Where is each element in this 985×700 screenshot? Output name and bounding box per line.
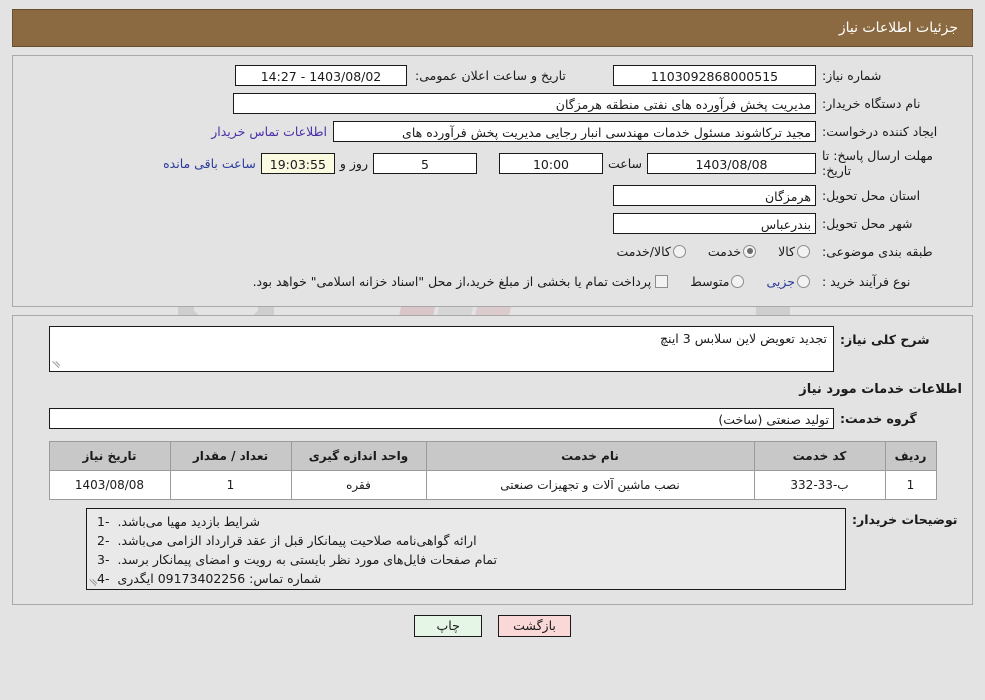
row-deadline: مهلت ارسال پاسخ: تا تاریخ: 1403/08/08 سا… [21, 148, 964, 178]
cell-index: 1 [884, 470, 937, 500]
row-service-group: گروه خدمت: تولید صنعتی (ساخت) [21, 407, 964, 429]
buyer-contact-link[interactable]: اطلاعات تماس خریدار [205, 124, 333, 139]
summary-value: تجدید تعویض لاین سلابس 3 اینچ [659, 331, 827, 346]
province-value: هرمزگان [613, 184, 816, 206]
need-detail-panel: شرح کلی نیاز: تجدید تعویض لاین سلابس 3 ا… [12, 315, 973, 605]
print-button[interactable]: چاپ [414, 615, 483, 637]
radio-category-khedmat-label: خدمت [707, 243, 742, 259]
cell-service-code: ب-33-332 [753, 470, 886, 500]
cell-unit: فقره [290, 470, 427, 500]
th-need-date: تاریخ نیاز [48, 441, 171, 471]
days-remaining-value: 5 [372, 152, 477, 174]
process-label: نوع فرآیند خرید : [822, 273, 911, 289]
note-number: 3- [97, 552, 110, 567]
deadline-label: مهلت ارسال پاسخ: تا تاریخ: [822, 148, 933, 178]
buyer-notes-textarea[interactable]: شرایط بازدید مهیا می‌باشد. 1- ارائه گواه… [86, 508, 846, 590]
buyer-org-value: مدیریت پخش فرآورده های نفتی منطقه هرمزگا… [233, 92, 816, 114]
category-label: طبقه بندی موضوعی: [822, 243, 933, 259]
note-text: شرایط بازدید مهیا می‌باشد. [117, 514, 260, 529]
treasury-note-text: پرداخت تمام یا بخشی از مبلغ خرید،از محل … [252, 273, 652, 289]
note-text: شماره تماس: 09173402256 ایگدری [117, 571, 322, 586]
page-title: جزئیات اطلاعات نیاز [838, 20, 958, 36]
page-header: جزئیات اطلاعات نیاز [12, 9, 973, 47]
buyer-notes-label: توضیحات خریدار: [852, 512, 958, 527]
th-service-code: کد خدمت [753, 441, 886, 471]
note-number: 1- [97, 514, 110, 529]
radio-category-kala-label: کالا [778, 243, 795, 259]
service-group-value: تولید صنعتی (ساخت) [49, 407, 834, 429]
need-number-label: شماره نیاز: [822, 67, 882, 83]
announce-value: 1403/08/02 - 14:27 [235, 64, 407, 86]
resize-grip-icon [52, 360, 62, 370]
radio-process-jozei-label: جزیی [766, 273, 795, 289]
row-process-type: نوع فرآیند خرید : جزیی متوسط پرداخت تمام… [21, 270, 964, 292]
row-requester: ایجاد کننده درخواست: مجید ترکاشوند مسئول… [21, 120, 964, 142]
requester-label: ایجاد کننده درخواست: [822, 123, 938, 139]
summary-textarea[interactable]: تجدید تعویض لاین سلابس 3 اینچ [49, 326, 834, 372]
checkbox-treasury-bonds[interactable] [655, 274, 669, 288]
buyer-notes-section: توضیحات خریدار: شرایط بازدید مهیا می‌باش… [21, 508, 964, 590]
service-group-label: گروه خدمت: [840, 410, 917, 426]
province-label: استان محل تحویل: [822, 187, 921, 203]
countdown-value: 19:03:55 [260, 152, 335, 174]
services-section-title: اطلاعات خدمات مورد نیاز [799, 382, 962, 397]
note-item: ارائه گواهی‌نامه صلاحیت پیمانکار قبل از … [97, 531, 835, 550]
note-item: شماره تماس: 09173402256 ایگدری 4- [97, 569, 835, 588]
th-unit: واحد اندازه گیری [290, 441, 427, 471]
radio-process-motavaset[interactable] [731, 274, 745, 288]
table-header-row: ردیف کد خدمت نام خدمت واحد اندازه گیری ت… [48, 441, 937, 471]
cell-need-date: 1403/08/08 [48, 470, 171, 500]
summary-label: شرح کلی نیاز: [840, 332, 930, 347]
announce-label: تاریخ و ساعت اعلان عمومی: [415, 67, 566, 83]
city-value: بندرعباس [613, 212, 816, 234]
row-city: شهر محل تحویل: بندرعباس [21, 212, 964, 234]
radio-category-khedmat[interactable] [743, 244, 757, 258]
services-table: ردیف کد خدمت نام خدمت واحد اندازه گیری ت… [48, 441, 937, 500]
note-text: تمام صفحات فایل‌های مورد نظر بایستی به ر… [117, 552, 497, 567]
deadline-date-value: 1403/08/08 [647, 152, 816, 174]
radio-category-kala-khedmat[interactable] [672, 244, 686, 258]
row-province: استان محل تحویل: هرمزگان [21, 184, 964, 206]
need-number-value: 1103092868000515 [613, 64, 816, 86]
th-index: ردیف [884, 441, 937, 471]
table-row: 1 ب-33-332 نصب ماشین آلات و تجهیزات صنعت… [48, 470, 937, 500]
page-root: جزئیات اطلاعات نیاز شماره نیاز: 11030928… [0, 9, 985, 637]
note-number: 4- [97, 571, 110, 586]
th-quantity: تعداد / مقدار [169, 441, 292, 471]
footer-actions: بازگشت چاپ [0, 615, 985, 637]
note-text: ارائه گواهی‌نامه صلاحیت پیمانکار قبل از … [117, 533, 477, 548]
requester-value: مجید ترکاشوند مسئول خدمات مهندسی انبار ر… [333, 120, 816, 142]
radio-category-kala[interactable] [797, 244, 810, 258]
need-info-panel: شماره نیاز: 1103092868000515 تاریخ و ساع… [12, 55, 973, 307]
deadline-time-value: 10:00 [498, 152, 603, 174]
buyer-org-label: نام دستگاه خریدار: [822, 95, 921, 111]
days-label: روز و [339, 155, 368, 171]
remaining-label: ساعت باقی مانده [163, 155, 256, 171]
row-buyer-org: نام دستگاه خریدار: مدیریت پخش فرآورده ها… [21, 92, 964, 114]
note-number: 2- [97, 533, 110, 548]
radio-category-kala-khedmat-label: کالا/خدمت [616, 243, 671, 259]
cell-service-name: نصب ماشین آلات و تجهیزات صنعتی [425, 470, 755, 500]
radio-process-jozei[interactable] [797, 274, 810, 288]
cell-quantity: 1 [169, 470, 292, 500]
hour-label: ساعت [607, 155, 642, 171]
city-label: شهر محل تحویل: [822, 215, 913, 231]
back-button[interactable]: بازگشت [498, 615, 571, 637]
row-summary: شرح کلی نیاز: تجدید تعویض لاین سلابس 3 ا… [21, 326, 964, 372]
note-item: تمام صفحات فایل‌های مورد نظر بایستی به ر… [97, 550, 835, 569]
th-service-name: نام خدمت [425, 441, 755, 471]
row-need-number: شماره نیاز: 1103092868000515 تاریخ و ساع… [21, 64, 964, 86]
radio-process-motavaset-label: متوسط [690, 273, 730, 289]
note-item: شرایط بازدید مهیا می‌باشد. 1- [97, 512, 835, 531]
row-category: طبقه بندی موضوعی: کالا خدمت کالا/خدمت [21, 240, 964, 262]
